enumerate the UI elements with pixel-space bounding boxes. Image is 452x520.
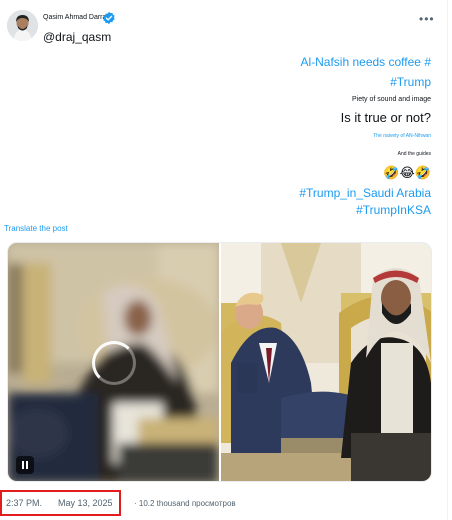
pause-icon[interactable] <box>16 456 34 474</box>
hashtag-trump-in-saudi-arabia[interactable]: #Trump_in_Saudi Arabia <box>299 186 431 200</box>
verified-badge-icon <box>103 11 115 25</box>
post-time[interactable]: 2:37 PM. <box>6 498 42 508</box>
hashtag-trump[interactable]: #Trump <box>390 75 431 89</box>
translate-post-link[interactable]: Translate the post <box>4 224 68 233</box>
divider <box>447 0 448 520</box>
more-horizontal-icon[interactable]: ••• <box>419 13 435 25</box>
user-handle[interactable]: @draj_qasm <box>43 30 111 44</box>
post-text-line: And the guides <box>397 151 431 157</box>
loading-spinner-icon <box>92 341 136 385</box>
emoji-line: 🤣😂🤣 <box>383 165 431 180</box>
hashtag-trump-in-ksa[interactable]: #TrumpInKSA <box>356 203 431 217</box>
post-text-line: Piety of sound and image <box>352 96 431 103</box>
display-name[interactable]: Qasim Ahmad Darraj <box>43 14 108 21</box>
view-count: · 10.2 thousand просмотров <box>134 499 236 508</box>
post-meta: 2:37 PM. May 13, 2025 · 10.2 thousand пр… <box>0 490 452 516</box>
post-card: Qasim Ahmad Darraj @draj_qasm ••• Al-Naf… <box>0 0 452 520</box>
media-container[interactable] <box>7 242 432 482</box>
post-text-line[interactable]: The naivety of AN-Nihwan <box>373 133 431 139</box>
photo-panel[interactable] <box>221 243 431 481</box>
post-text-line[interactable]: Al-Nafsih needs coffee # <box>300 55 431 69</box>
avatar[interactable] <box>7 10 38 41</box>
post-text-line: Is it true or not? <box>340 110 431 125</box>
post-date[interactable]: May 13, 2025 <box>58 498 113 508</box>
video-frame[interactable] <box>8 243 219 481</box>
